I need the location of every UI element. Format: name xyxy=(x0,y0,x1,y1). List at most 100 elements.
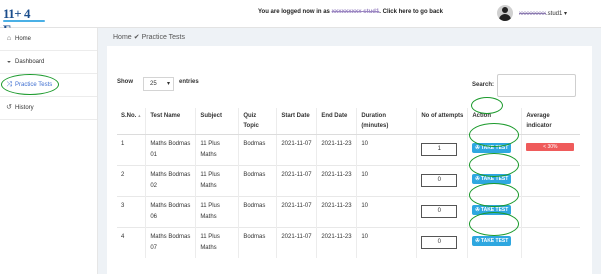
col-attempts-label: No of attempts xyxy=(421,113,464,119)
cell-subject: 11 Plus Maths xyxy=(195,134,239,166)
col-average-indicator-label: Average indicator xyxy=(526,113,552,129)
attempts-box: 0 xyxy=(421,205,458,218)
cell-average-indicator xyxy=(521,165,581,197)
cell-quiz-topic: Bodmas xyxy=(238,196,277,228)
cell-start-date: 2021-11-07 xyxy=(276,134,317,166)
chevron-down-icon: ▾ xyxy=(166,81,170,87)
average-indicator-badge: < 30% xyxy=(526,143,575,151)
col-test-name[interactable]: Test Name xyxy=(145,108,196,135)
breadcrumb: Home ✔ Practice Tests xyxy=(113,33,185,41)
cell-sno: 3 xyxy=(117,196,146,228)
col-duration[interactable]: Duration (minutes) xyxy=(356,108,417,135)
col-average-indicator[interactable]: Average indicator xyxy=(521,108,581,135)
annotation-circle xyxy=(1,74,59,95)
dashboard-icon: ◒ xyxy=(6,58,12,65)
main-content: Home ✔ Practice Tests Show 25 ▾ entries Se… xyxy=(98,28,601,274)
annotation-circle xyxy=(469,123,519,147)
breadcrumb-home[interactable]: Home xyxy=(113,34,132,41)
attempts-box: 0 xyxy=(421,236,458,249)
cell-attempts: 0 xyxy=(416,165,468,197)
col-sno-label: S.No. xyxy=(121,113,137,119)
cell-average-indicator xyxy=(521,196,581,228)
cell-sno: 2 xyxy=(117,165,146,197)
history-icon: ↺ xyxy=(6,104,12,111)
user-name: .stud1 ▾ xyxy=(546,11,568,17)
cell-test-name: Maths Bodmas 07 xyxy=(145,227,196,258)
cell-sno: 1 xyxy=(117,134,146,166)
sidebar-item-dashboard[interactable]: ◒ Dashboard xyxy=(0,51,97,74)
cell-quiz-topic: Bodmas xyxy=(238,134,277,166)
search-input[interactable] xyxy=(497,74,576,97)
annotation-circle xyxy=(469,212,519,236)
col-subject-label: Subject xyxy=(200,113,222,119)
entries-select[interactable]: 25 ▾ xyxy=(143,77,174,91)
col-sno[interactable]: S.No.▲ xyxy=(117,108,146,135)
col-attempts[interactable]: No of attempts xyxy=(416,108,468,135)
avatar[interactable] xyxy=(497,5,513,21)
tests-card: Show 25 ▾ entries Search: S.No.▲ Test Na… xyxy=(107,46,592,274)
cell-subject: 11 Plus Maths xyxy=(195,165,239,197)
cell-average-indicator xyxy=(521,227,581,258)
cell-end-date: 2021-11-23 xyxy=(316,196,357,228)
avatar-head xyxy=(502,7,508,13)
col-start-date-label: Start Date xyxy=(281,113,310,119)
cell-duration: 10 xyxy=(356,196,417,228)
cell-quiz-topic: Bodmas xyxy=(238,227,277,258)
sidebar-item-label: Dashboard xyxy=(15,59,45,65)
logo-swoosh xyxy=(3,20,45,22)
cell-start-date: 2021-11-07 xyxy=(276,165,317,197)
cell-duration: 10 xyxy=(356,134,417,166)
user-prefix: xxxxxxxxx xyxy=(519,11,546,17)
attempts-box: 1 xyxy=(421,143,458,156)
impersonation-notice: You are logged now in as xxxxxxxxx stud1… xyxy=(258,9,443,15)
cell-test-name: Maths Bodmas 01 xyxy=(145,134,196,166)
cell-subject: 11 Plus Maths xyxy=(195,196,239,228)
cell-duration: 10 xyxy=(356,227,417,258)
home-icon: ⌂ xyxy=(6,35,12,42)
attempts-box: 0 xyxy=(421,174,458,187)
cell-test-name: Maths Bodmas 02 xyxy=(145,165,196,197)
breadcrumb-current: Practice Tests xyxy=(141,34,186,41)
col-quiz-topic-label: Quiz Topic xyxy=(243,113,259,129)
cell-subject: 11 Plus Maths xyxy=(195,227,239,258)
sort-icon: ▲ xyxy=(137,113,142,118)
sidebar-item-label: Home xyxy=(15,36,32,42)
sidebar-item-home[interactable]: ⌂ Home xyxy=(0,28,97,51)
cell-duration: 10 xyxy=(356,165,417,197)
go-back-link[interactable]: . Click here to go back xyxy=(379,9,443,15)
col-subject[interactable]: Subject xyxy=(195,108,239,135)
col-start-date[interactable]: Start Date xyxy=(276,108,317,135)
sidebar-item-history[interactable]: ↺ History xyxy=(0,97,97,120)
cell-attempts: 0 xyxy=(416,196,468,228)
take-test-label: TAKE TEST xyxy=(480,238,509,244)
logged-user: xxxxxxxxx stud1 xyxy=(331,9,380,15)
search-label: Search: xyxy=(472,82,495,88)
col-duration-label: Duration (minutes) xyxy=(361,113,389,129)
cell-attempts: 0 xyxy=(416,227,468,258)
logged-prefix: You are logged now in as xyxy=(258,9,330,15)
cell-test-name: Maths Bodmas 06 xyxy=(145,196,196,228)
annotation-circle xyxy=(469,183,519,207)
sidebar: ⌂ Home ◒ Dashboard ⤨ Practice Tests ↺ Hi… xyxy=(0,28,98,274)
entries-value: 25 xyxy=(150,81,157,87)
cell-end-date: 2021-11-23 xyxy=(316,134,357,166)
cell-quiz-topic: Bodmas xyxy=(238,165,277,197)
col-quiz-topic[interactable]: Quiz Topic xyxy=(238,108,277,135)
cell-attempts: 1 xyxy=(416,134,468,166)
col-end-date[interactable]: End Date xyxy=(316,108,357,135)
cell-end-date: 2021-11-23 xyxy=(316,227,357,258)
breadcrumb-separator: ✔ xyxy=(133,34,140,41)
cell-average-indicator: < 30% xyxy=(521,134,581,166)
annotation-circle xyxy=(469,153,519,177)
annotation-circle xyxy=(471,97,503,114)
cell-end-date: 2021-11-23 xyxy=(316,165,357,197)
avatar-body xyxy=(499,14,511,21)
cell-start-date: 2021-11-07 xyxy=(276,227,317,258)
take-test-button[interactable]: ✇ TAKE TEST xyxy=(472,236,512,246)
logo[interactable]: 11+ 4 Fun xyxy=(3,6,49,37)
entries-label: entries xyxy=(179,79,199,85)
user-menu[interactable]: xxxxxxxxx.stud1 ▾ xyxy=(519,10,567,17)
col-end-date-label: End Date xyxy=(321,113,348,119)
cell-start-date: 2021-11-07 xyxy=(276,196,317,228)
top-bar: 11+ 4 Fun You are logged now in as xxxxx… xyxy=(0,0,601,37)
